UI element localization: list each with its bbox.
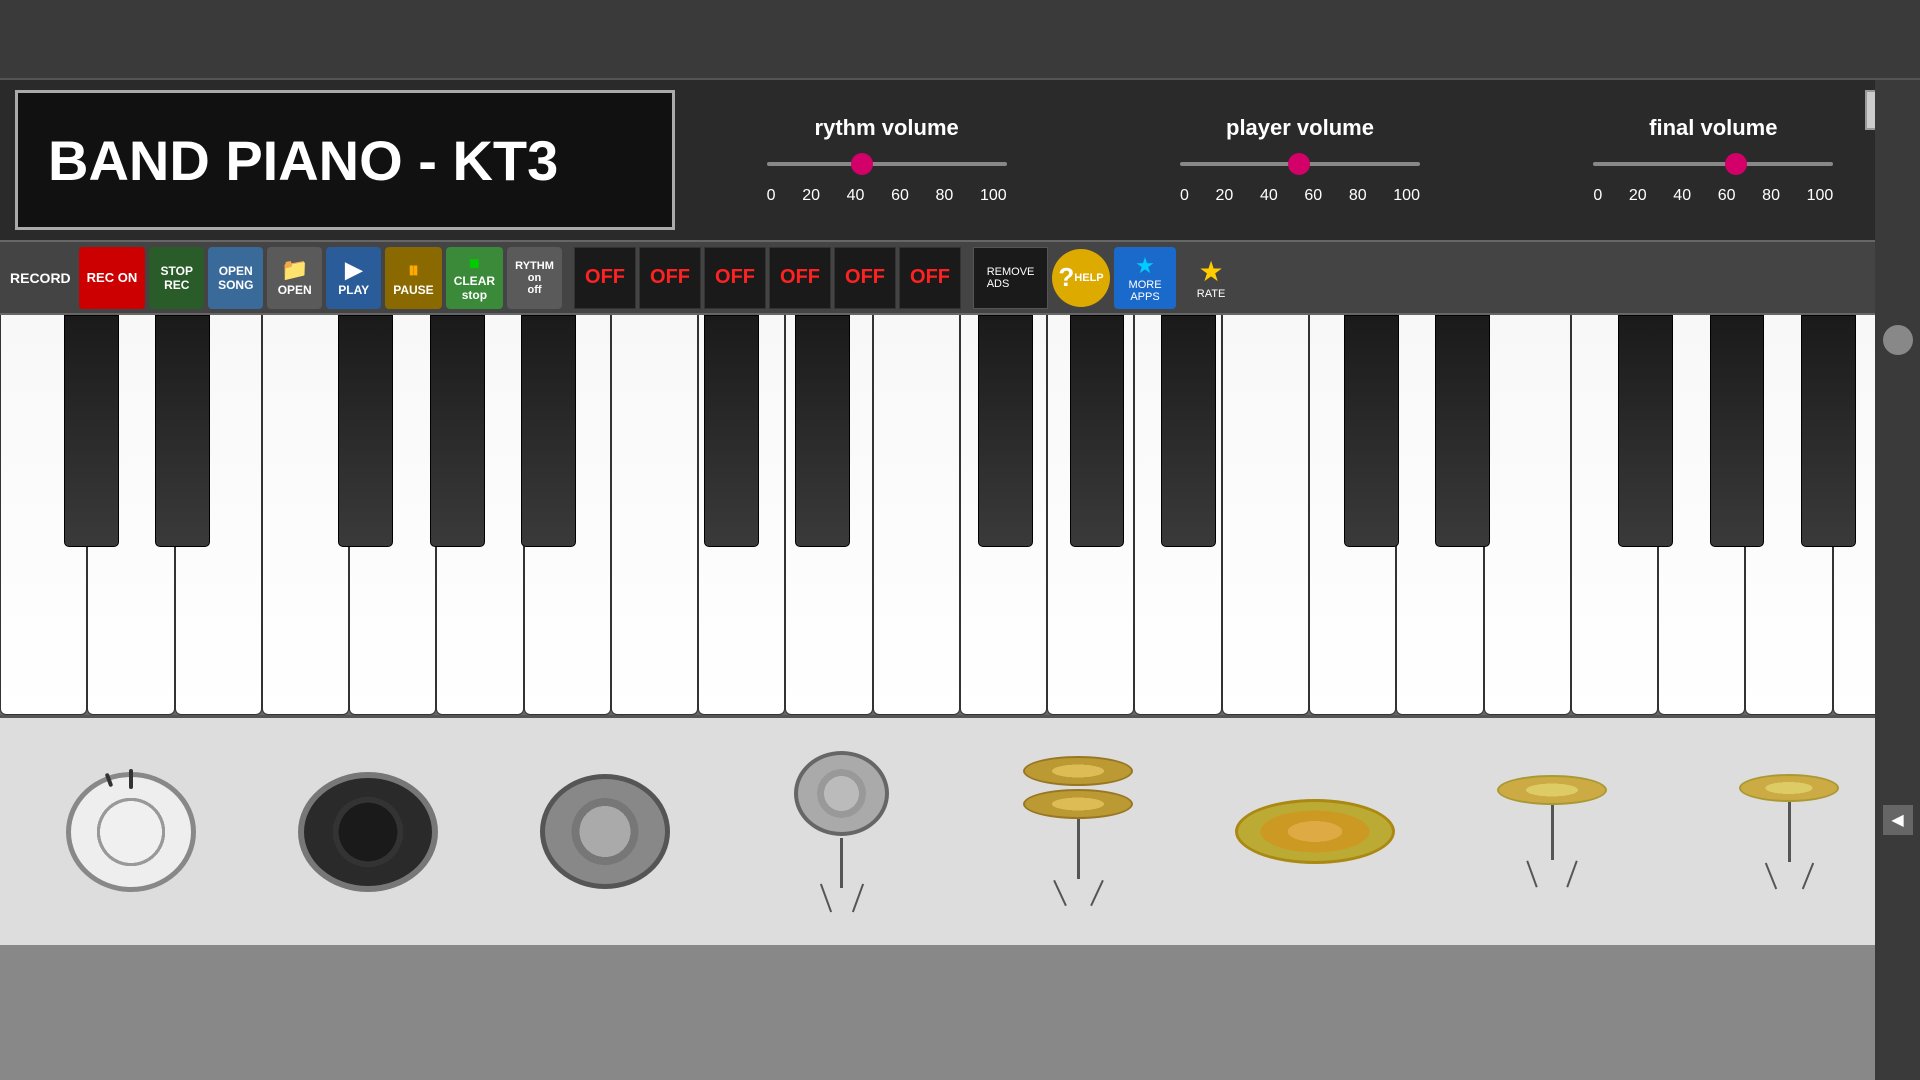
open-button[interactable]: 📁 OPEN (267, 247, 322, 309)
rythm-slider-track (767, 162, 1007, 166)
volume-section: rythm volume 0 20 40 60 80 100 player v (695, 115, 1905, 205)
player-slider-thumb[interactable] (1288, 153, 1310, 175)
tom-drum-body (540, 774, 670, 889)
stop-rec-button[interactable]: STOPREC (149, 247, 204, 309)
help-button[interactable]: ? HELP (1052, 249, 1110, 307)
stop-rec-label: STOPREC (161, 264, 193, 292)
toolbar-row: RECORD REC ON STOPREC OPENSONG 📁 OPEN ▶ … (0, 240, 1920, 315)
crash-body (1739, 774, 1839, 802)
open-song-label: OPENSONG (218, 264, 253, 292)
hihat-bottom (1023, 789, 1133, 819)
main-content: BAND PIANO - KT3 rythm volume 0 20 40 60… (0, 80, 1920, 1080)
off-button-1[interactable]: OFF (574, 247, 636, 309)
snare2-body (794, 751, 889, 836)
help-icon: ? (1058, 262, 1074, 293)
off-button-5[interactable]: OFF (834, 247, 896, 309)
ride-body (1497, 775, 1607, 805)
clear-stop-button[interactable]: ■ CLEARstop (446, 247, 503, 309)
record-label: RECORD (10, 270, 71, 286)
piano-key-c2[interactable] (611, 315, 698, 715)
final-volume-control: final volume 0 20 40 60 80 100 (1593, 115, 1833, 205)
off-button-4[interactable]: OFF (769, 247, 831, 309)
rythm-volume-slider[interactable] (767, 149, 1007, 179)
rythm-slider-labels: 0 20 40 60 80 100 (767, 187, 1007, 205)
cymbal[interactable] (1204, 799, 1426, 864)
off-button-2[interactable]: OFF (639, 247, 701, 309)
hihat-top (1023, 756, 1133, 786)
rythm-label: RYTHMonoff (515, 260, 554, 296)
final-volume-slider[interactable] (1593, 149, 1833, 179)
more-apps-button[interactable]: ★ MORE APPS (1114, 247, 1176, 309)
final-slider-track (1593, 162, 1833, 166)
scroll-thumb-top[interactable] (1883, 325, 1913, 355)
piano-key-c3[interactable] (1222, 315, 1309, 715)
help-label: HELP (1074, 272, 1103, 284)
off-button-6[interactable]: OFF (899, 247, 961, 309)
play-icon: ▶ (345, 259, 362, 281)
more-apps-label: MORE APPS (1114, 279, 1176, 303)
piano-key-f1[interactable] (262, 315, 349, 715)
pause-icon: ⏸ (408, 259, 419, 281)
piano-area: .bk { position: relative; flex: 1; } .bk… (0, 315, 1920, 1080)
cymbal-body (1235, 799, 1395, 864)
off-buttons-group: OFF OFF OFF OFF OFF OFF (574, 247, 961, 309)
piano-key-f3[interactable] (1484, 315, 1571, 715)
piano-key-f2[interactable] (873, 315, 960, 715)
folder-icon: 📁 (281, 259, 308, 281)
header-row: BAND PIANO - KT3 rythm volume 0 20 40 60… (0, 80, 1920, 240)
rate-label: RATE (1197, 288, 1226, 300)
more-apps-icon: ★ (1135, 253, 1155, 279)
snare-drum-1[interactable] (257, 772, 479, 892)
pause-button[interactable]: ⏸ PAUSE (385, 247, 441, 309)
bass-drum[interactable] (20, 762, 242, 902)
player-volume-label: player volume (1226, 115, 1374, 141)
tom-drum[interactable] (494, 774, 716, 889)
open-song-button[interactable]: OPENSONG (208, 247, 263, 309)
rythm-volume-label: rythm volume (815, 115, 959, 141)
rythm-slider-thumb[interactable] (851, 153, 873, 175)
play-button[interactable]: ▶ PLAY (326, 247, 381, 309)
rec-on-button[interactable]: REC ON (79, 247, 146, 309)
player-slider-labels: 0 20 40 60 80 100 (1180, 187, 1420, 205)
scroll-arrow-left[interactable]: ◀ (1883, 805, 1913, 835)
clear-icon: ■ (469, 254, 480, 272)
keys-wrapper: .bk { position: relative; flex: 1; } .bk… (0, 315, 1920, 715)
top-bar (0, 0, 1920, 80)
player-volume-slider[interactable] (1180, 149, 1420, 179)
player-slider-track (1180, 162, 1420, 166)
rate-icon: ★ (1198, 255, 1223, 288)
player-volume-control: player volume 0 20 40 60 80 100 (1180, 115, 1420, 205)
clear-label: CLEARstop (454, 274, 495, 302)
rate-button[interactable]: ★ RATE (1180, 247, 1242, 309)
bass-drum-body (66, 772, 196, 892)
open-label: OPEN (278, 283, 312, 297)
remove-ads-button[interactable]: REMOVEADS (973, 247, 1048, 309)
drums-row (0, 715, 1920, 945)
snare-drum-body (298, 772, 438, 892)
pause-label: PAUSE (393, 283, 433, 297)
hihat[interactable] (968, 756, 1190, 907)
remove-ads-label: REMOVEADS (987, 266, 1035, 290)
title-box: BAND PIANO - KT3 (15, 90, 675, 230)
final-slider-thumb[interactable] (1725, 153, 1747, 175)
off-button-3[interactable]: OFF (704, 247, 766, 309)
rec-on-label: REC ON (87, 270, 138, 285)
right-scrollbar: ◀ (1875, 80, 1920, 1080)
rythm-button[interactable]: RYTHMonoff (507, 247, 562, 309)
final-slider-labels: 0 20 40 60 80 100 (1593, 187, 1833, 205)
ride-cymbal[interactable] (1441, 775, 1663, 888)
final-volume-label: final volume (1649, 115, 1777, 141)
snare-drum-2[interactable] (731, 751, 953, 913)
rythm-volume-control: rythm volume 0 20 40 60 80 100 (767, 115, 1007, 205)
app-title: BAND PIANO - KT3 (48, 128, 558, 193)
crash-cymbal[interactable] (1678, 774, 1900, 890)
play-label: PLAY (338, 283, 369, 297)
